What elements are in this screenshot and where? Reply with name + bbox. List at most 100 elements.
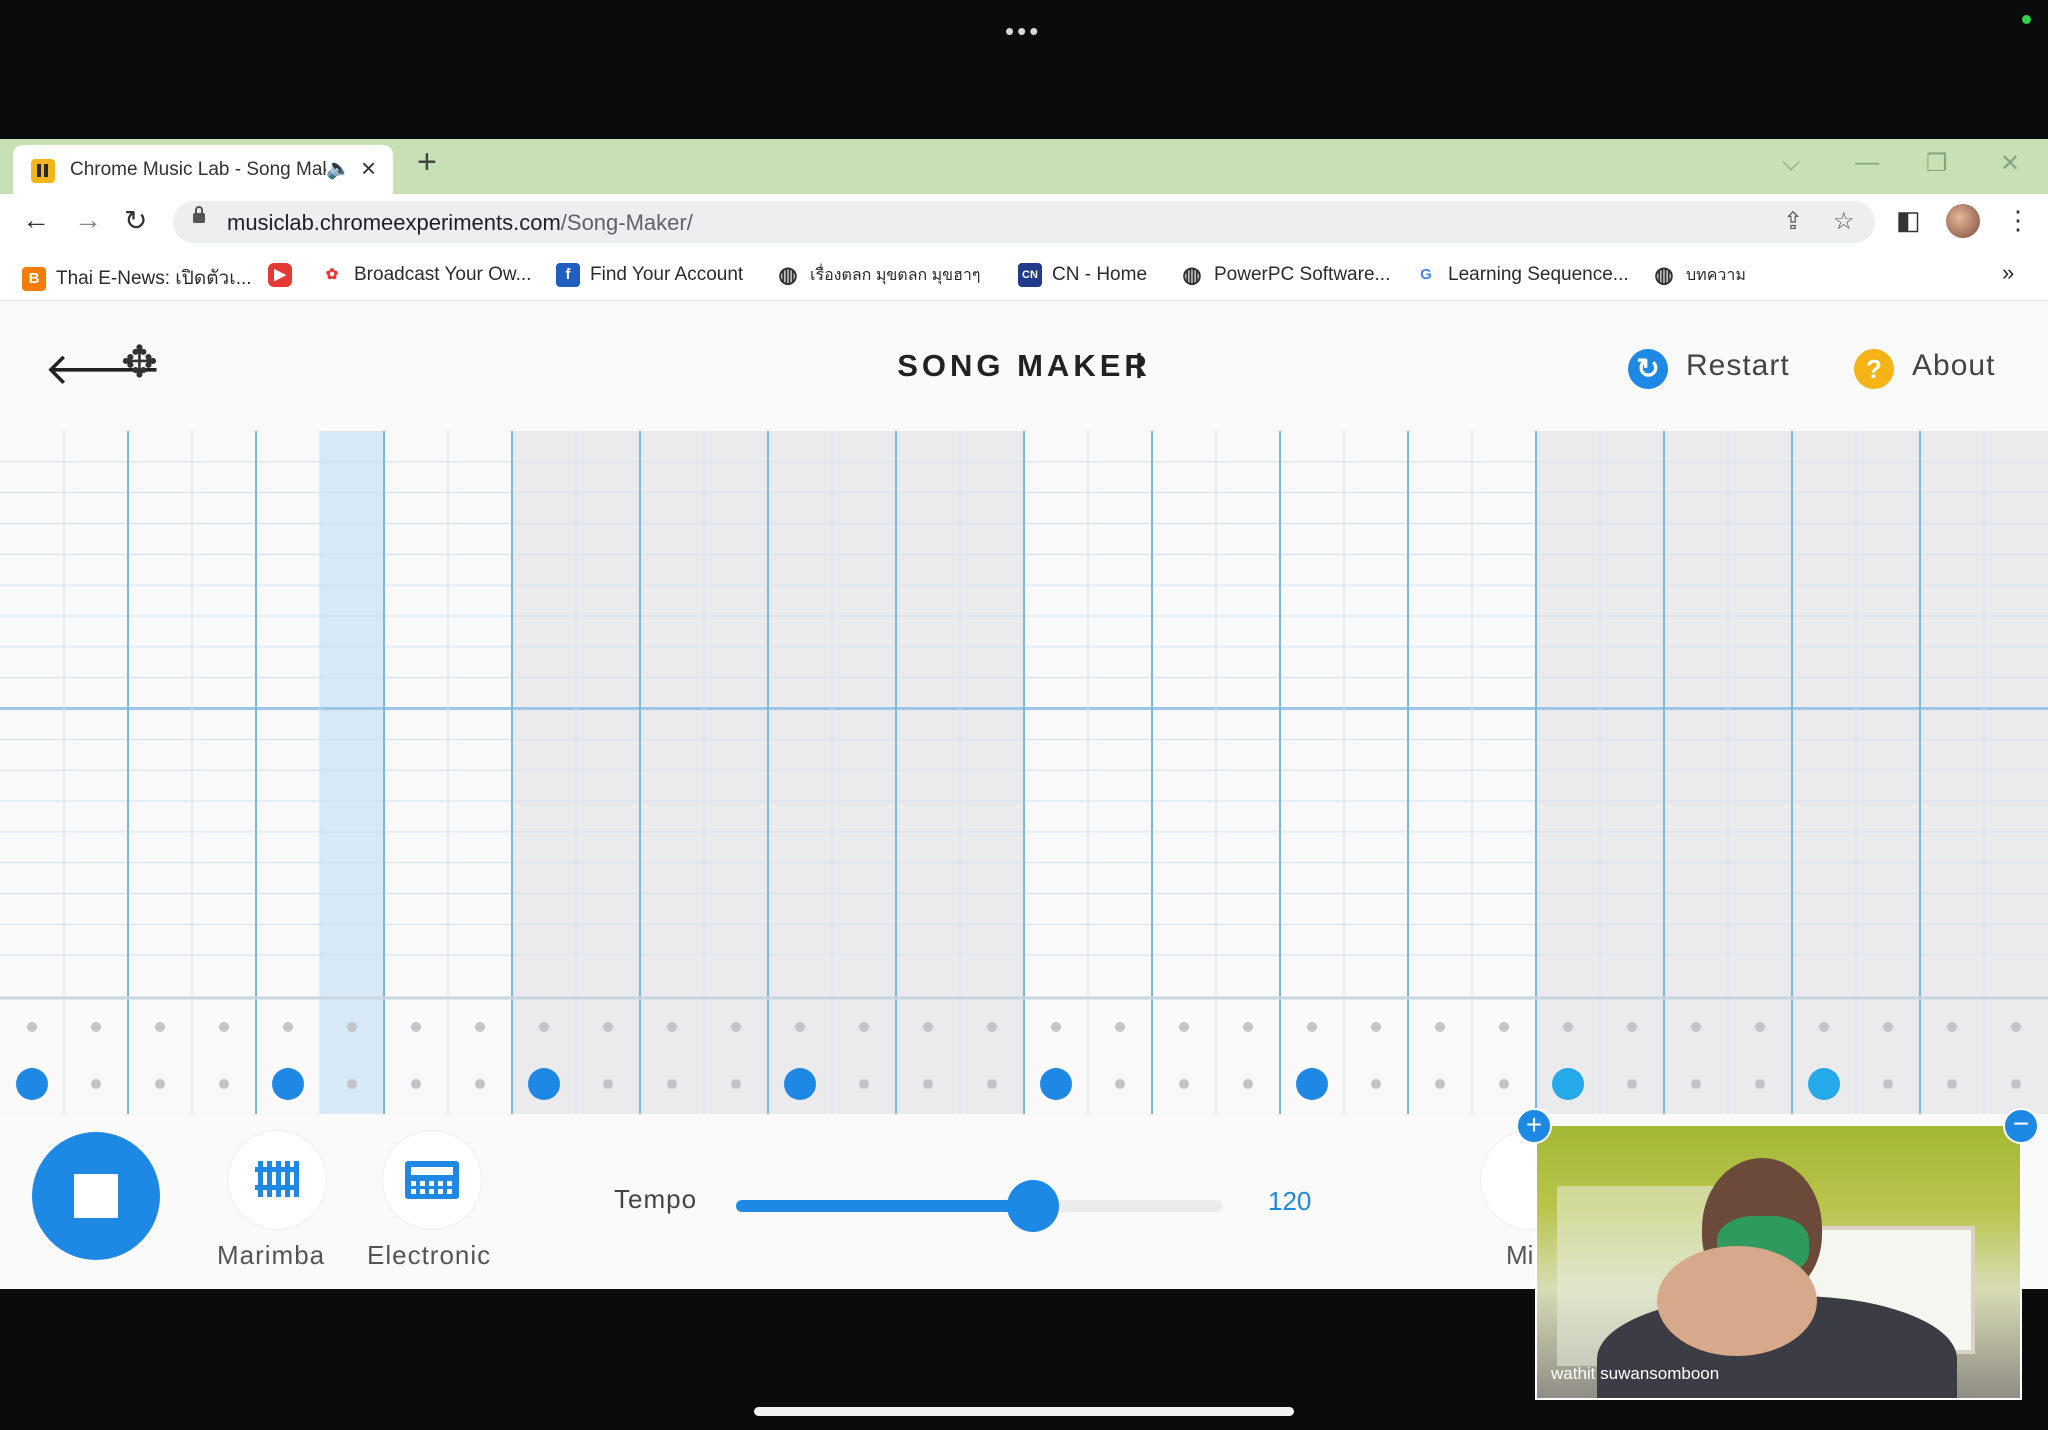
percussion-slot [987,1079,997,1089]
text-cursor-icon: I [1134,345,1145,386]
bookmark-label: PowerPC Software... [1214,264,1391,286]
lock-icon[interactable] [193,206,205,223]
bookmark-powerpc[interactable]: ◍ PowerPC Software... [1180,263,1390,287]
percussion-slot [155,1022,165,1032]
percussion-slot [1435,1022,1445,1032]
percussion-slot [859,1079,869,1089]
about-icon[interactable]: ? [1854,349,1894,389]
restore-icon[interactable]: ❐ [1926,149,1948,178]
percussion-slot [1755,1022,1765,1032]
percussion-note [272,1068,304,1100]
menu-icon[interactable]: ⋮ [2005,205,2031,236]
profile-avatar[interactable] [1946,204,1980,238]
electronic-label[interactable]: Electronic [367,1240,491,1271]
mic-label[interactable]: Mi [1506,1240,1533,1271]
percussion-slot [731,1022,741,1032]
percussion-slot [1179,1079,1189,1089]
bookmark-label: เรื่องตลก มุขตลก มุขฮาๆ [810,267,981,285]
percussion-slot [1883,1022,1893,1032]
percussion-slot [1691,1079,1701,1089]
bookmark-broadcast[interactable]: ✿ Broadcast Your Ow... [320,263,531,287]
side-panel-icon[interactable]: ◧ [1896,205,1921,236]
tempo-slider[interactable] [736,1180,1223,1232]
percussion-slot [1179,1022,1189,1032]
percussion-slot [731,1079,741,1089]
bookmark-find-account[interactable]: f Find Your Account [556,263,743,287]
note-grid[interactable] [0,431,2048,1114]
minimize-video-icon[interactable]: − [2003,1108,2039,1144]
percussion-slot [1947,1079,1957,1089]
percussion-slot [1243,1079,1253,1089]
percussion-slot [1627,1022,1637,1032]
restart-button[interactable]: Restart [1686,349,1790,383]
percussion-slot [1947,1022,1957,1032]
percussion-slot [1819,1022,1829,1032]
tab-search-icon[interactable]: ⌵ [1782,149,1800,177]
new-tab-button[interactable]: + [417,143,437,182]
bookmark-label: บทความ [1686,267,1746,285]
bookmark-articles[interactable]: ◍ บทความ [1652,263,1746,288]
percussion-slot [987,1022,997,1032]
bookmark-label: Learning Sequence... [1448,264,1629,286]
tab-strip: Chrome Music Lab - Song Maker 🔈 × + ⌵ — … [0,139,2048,194]
bookmark-thai-enews[interactable]: B Thai E-News: เปิดตัวเ... [22,263,252,293]
percussion-slot [91,1022,101,1032]
percussion-slot [1563,1022,1573,1032]
expand-video-icon[interactable]: + [1516,1108,1552,1144]
percussion-slot [347,1022,357,1032]
electronic-icon [405,1161,459,1199]
percussion-slot [1115,1022,1125,1032]
share-icon[interactable]: ⇪ [1783,207,1803,236]
percussion-note [528,1068,560,1100]
browser-window: Chrome Music Lab - Song Maker 🔈 × + ⌵ — … [0,139,2048,1289]
marimba-button[interactable] [227,1130,327,1230]
forward-icon[interactable]: → [74,204,102,236]
address-bar[interactable]: musiclab.chromeexperiments.com/Song-Make… [173,201,1875,243]
percussion-slot [2011,1079,2021,1089]
bookmark-cn-home[interactable]: CN CN - Home [1018,263,1147,287]
globe-icon: ◍ [1180,263,1204,287]
reload-icon[interactable]: ↻ [124,204,147,237]
about-button[interactable]: About [1912,349,1995,383]
percussion-slot [1115,1079,1125,1089]
marimba-label[interactable]: Marimba [217,1240,325,1271]
stop-button[interactable] [32,1132,160,1260]
percussion-slot [667,1022,677,1032]
percussion-slot [155,1079,165,1089]
speaker-icon[interactable]: 🔈 [326,156,351,181]
music-lab-favicon-icon [31,159,55,183]
url-host: musiclab.chromeexperiments.com [227,210,561,235]
percussion-slot [347,1079,357,1089]
bookmark-youtube[interactable]: ▶ [268,263,302,287]
percussion-slot [1755,1079,1765,1089]
restart-icon[interactable]: ↻ [1628,349,1668,389]
bookmark-star-icon[interactable]: ☆ [1833,207,1855,236]
multitask-dots[interactable]: ••• [1005,16,1041,47]
url-text[interactable]: musiclab.chromeexperiments.com/Song-Make… [227,210,693,236]
camera-indicator [2022,15,2031,24]
percussion-slot [475,1022,485,1032]
bookmark-learning-sequence[interactable]: G Learning Sequence... [1414,263,1629,287]
browser-tab[interactable]: Chrome Music Lab - Song Maker 🔈 × [13,145,393,194]
tempo-slider-thumb[interactable] [1007,1180,1060,1232]
close-tab-icon[interactable]: × [361,153,376,184]
tempo-value: 120 [1268,1186,1312,1216]
playhead-column [320,431,384,1114]
broadcast-icon: ✿ [320,263,344,287]
marimba-icon [255,1161,299,1197]
percussion-slot [795,1022,805,1032]
bookmark-label: Find Your Account [590,264,744,286]
minimize-icon[interactable]: — [1855,149,1879,177]
video-call-tile[interactable]: wathit suwansomboon [1535,1124,2022,1400]
bookmarks-overflow-icon[interactable]: » [2002,260,2014,286]
note-grid-canvas[interactable] [0,431,2048,1114]
electronic-button[interactable] [382,1130,482,1230]
bookmark-jokes[interactable]: ◍ เรื่องตลก มุขตลก มุขฮาๆ [776,263,980,288]
home-indicator[interactable] [754,1407,1294,1416]
close-window-icon[interactable]: ✕ [2000,149,2020,178]
back-icon[interactable]: ← [22,204,50,236]
percussion-slot [1499,1079,1509,1089]
bookmarks-bar: B Thai E-News: เปิดตัวเ... ▶ ✿ Broadcast Y… [0,250,2048,301]
percussion-slot [1051,1022,1061,1032]
percussion-slot [1883,1079,1893,1089]
